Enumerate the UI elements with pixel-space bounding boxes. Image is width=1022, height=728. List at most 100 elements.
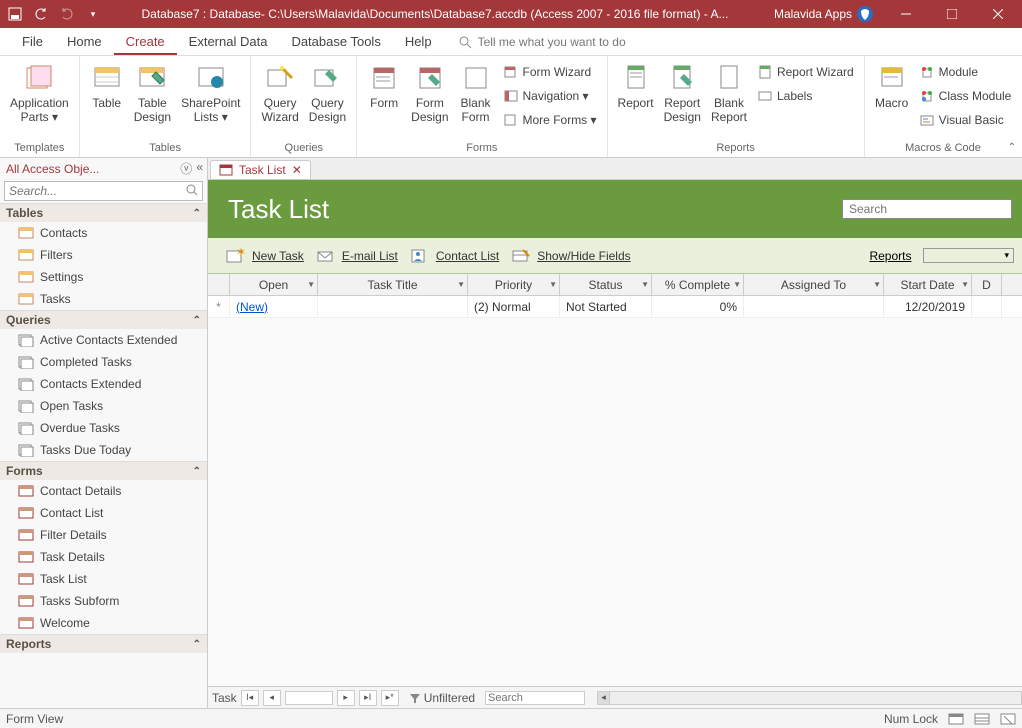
navpane-dropdown-icon[interactable]: ⓥ	[180, 160, 192, 177]
cell[interactable]	[318, 296, 468, 317]
action-new-task[interactable]: ✶New Task	[226, 248, 304, 264]
navpane-item[interactable]: Task Details	[0, 546, 207, 568]
navpane-section-queries[interactable]: Queries⌃	[0, 310, 207, 329]
form-search-input[interactable]	[849, 202, 1004, 216]
new-record-button[interactable]: ▸*	[381, 690, 399, 706]
table-button[interactable]: Table	[86, 58, 128, 114]
cell[interactable]	[972, 296, 1002, 317]
cell[interactable]: (2) Normal	[468, 296, 560, 317]
application-parts-button[interactable]: Application Parts ▾	[6, 58, 73, 129]
blank-report-button[interactable]: Blank Report	[707, 58, 751, 129]
minimize-button[interactable]	[884, 0, 928, 28]
column-header[interactable]	[208, 274, 230, 295]
navpane-item[interactable]: Contact List	[0, 502, 207, 524]
more-forms-button[interactable]: More Forms ▾	[499, 110, 601, 130]
datasheet-new-row[interactable]: *(New) (2) NormalNot Started0% 12/20/2019	[208, 296, 1022, 318]
datasheet[interactable]: Open▼Task Title▼Priority▼Status▼% Comple…	[208, 274, 1022, 686]
column-header[interactable]: Open▼	[230, 274, 318, 295]
column-header[interactable]: Task Title▼	[318, 274, 468, 295]
navpane-section-forms[interactable]: Forms⌃	[0, 461, 207, 480]
navpane-item[interactable]: Active Contacts Extended	[0, 329, 207, 351]
column-header[interactable]: Assigned To▼	[744, 274, 884, 295]
navpane-item[interactable]: Contact Details	[0, 480, 207, 502]
navpane-item[interactable]: Tasks Subform	[0, 590, 207, 612]
search-icon[interactable]	[1004, 202, 1005, 216]
cell[interactable]: *	[208, 296, 230, 317]
undo-icon[interactable]	[30, 3, 52, 25]
report-design-button[interactable]: Report Design	[660, 58, 705, 129]
search-icon[interactable]	[182, 182, 202, 200]
action-show-hide-fields[interactable]: Show/Hide Fields	[511, 248, 630, 264]
navpane-collapse-icon[interactable]: «	[196, 160, 203, 177]
view-datasheet-icon[interactable]	[974, 712, 990, 726]
column-header[interactable]: % Complete▼	[652, 274, 744, 295]
navpane-item[interactable]: Tasks Due Today	[0, 439, 207, 461]
menu-external-data[interactable]: External Data	[177, 30, 280, 53]
visual-basic-button[interactable]: Visual Basic	[915, 110, 1016, 130]
navpane-section-reports[interactable]: Reports⌃	[0, 634, 207, 653]
navpane-search-input[interactable]	[5, 182, 182, 200]
filter-indicator[interactable]: Unfiltered	[409, 691, 475, 705]
navigation-button[interactable]: Navigation ▾	[499, 86, 601, 106]
document-tab-task-list[interactable]: Task List ✕	[210, 160, 311, 179]
close-doc-tab-icon[interactable]: ✕	[292, 163, 302, 177]
form-button[interactable]: Form	[363, 58, 405, 114]
labels-button[interactable]: Labels	[753, 86, 858, 106]
class-module-button[interactable]: Class Module	[915, 86, 1016, 106]
cell[interactable]: Not Started	[560, 296, 652, 317]
navpane-item[interactable]: Task List	[0, 568, 207, 590]
navpane-item[interactable]: Welcome	[0, 612, 207, 634]
form-design-button[interactable]: Form Design	[407, 58, 452, 129]
module-button[interactable]: Module	[915, 62, 1016, 82]
action-contact-list[interactable]: Contact List	[410, 248, 499, 264]
menu-database-tools[interactable]: Database Tools	[279, 30, 392, 53]
collapse-ribbon-icon[interactable]: ⌃	[1008, 142, 1016, 153]
form-search[interactable]	[842, 199, 1012, 219]
column-header[interactable]: Priority▼	[468, 274, 560, 295]
prev-record-button[interactable]: ◂	[263, 690, 281, 706]
menu-file[interactable]: File	[10, 30, 55, 53]
navpane-item[interactable]: Contacts	[0, 222, 207, 244]
maximize-button[interactable]	[930, 0, 974, 28]
form-wizard-button[interactable]: Form Wizard	[499, 62, 601, 82]
action-email-list[interactable]: E-mail List	[316, 248, 398, 264]
save-icon[interactable]	[4, 3, 26, 25]
cell[interactable]: 12/20/2019	[884, 296, 972, 317]
first-record-button[interactable]: I◂	[241, 690, 259, 706]
query-wizard-button[interactable]: Query Wizard	[257, 58, 302, 129]
column-header[interactable]: D	[972, 274, 1002, 295]
close-button[interactable]	[976, 0, 1020, 28]
qat-customize-icon[interactable]: ▾	[82, 3, 104, 25]
navpane-item[interactable]: Open Tasks	[0, 395, 207, 417]
reports-dropdown[interactable]: ▾	[923, 248, 1014, 263]
report-button[interactable]: Report	[614, 58, 658, 114]
cell[interactable]	[744, 296, 884, 317]
tell-me-search[interactable]: Tell me what you want to do	[458, 35, 626, 49]
navpane-item[interactable]: Settings	[0, 266, 207, 288]
recordnav-search-input[interactable]	[485, 691, 585, 705]
column-header[interactable]: Status▼	[560, 274, 652, 295]
navpane-item[interactable]: Completed Tasks	[0, 351, 207, 373]
navpane-item[interactable]: Tasks	[0, 288, 207, 310]
cell[interactable]: (New)	[230, 296, 318, 317]
column-header[interactable]: Start Date▼	[884, 274, 972, 295]
menu-home[interactable]: Home	[55, 30, 114, 53]
macro-button[interactable]: Macro	[871, 58, 913, 114]
navpane-header[interactable]: All Access Obje... ⓥ«	[0, 158, 207, 179]
navpane-item[interactable]: Filter Details	[0, 524, 207, 546]
last-record-button[interactable]: ▸I	[359, 690, 377, 706]
navpane-item[interactable]: Contacts Extended	[0, 373, 207, 395]
cell[interactable]: 0%	[652, 296, 744, 317]
view-form-icon[interactable]	[948, 712, 964, 726]
report-wizard-button[interactable]: Report Wizard	[753, 62, 858, 82]
navpane-item[interactable]: Filters	[0, 244, 207, 266]
navpane-section-tables[interactable]: Tables⌃	[0, 203, 207, 222]
menu-help[interactable]: Help	[393, 30, 444, 53]
view-layout-icon[interactable]	[1000, 712, 1016, 726]
sharepoint-lists-button[interactable]: SharePoint Lists ▾	[177, 58, 244, 129]
record-position-input[interactable]	[285, 691, 333, 705]
table-design-button[interactable]: Table Design	[130, 58, 175, 129]
navpane-search[interactable]	[4, 181, 203, 201]
next-record-button[interactable]: ▸	[337, 690, 355, 706]
horizontal-scrollbar[interactable]: ◂	[597, 691, 1022, 705]
